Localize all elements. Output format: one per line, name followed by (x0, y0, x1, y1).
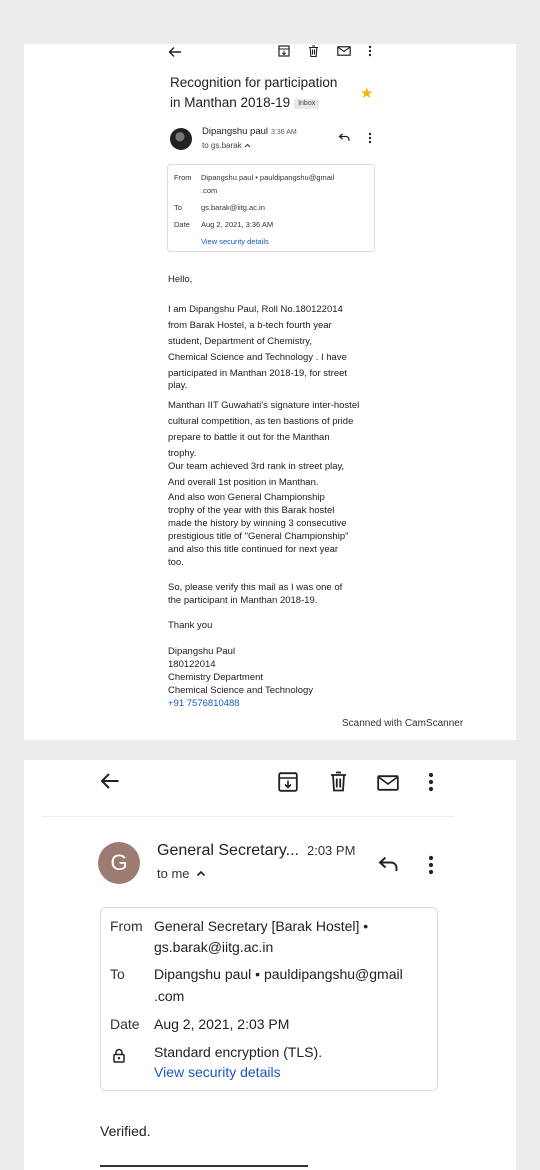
signature-line: Chemical Science and Technology (168, 685, 314, 696)
back-arrow-icon[interactable] (168, 46, 182, 58)
sender-name: General Secretary... (157, 842, 299, 859)
sender-name: Dipangshu paul (202, 126, 269, 137)
paragraph-manthan: Manthan IIT Guwahati's signature inter-h… (168, 398, 388, 462)
delete-icon[interactable] (308, 45, 319, 57)
mail-icon[interactable] (337, 46, 351, 56)
to-label: To (110, 966, 125, 982)
view-security-details-link[interactable]: View security details (201, 237, 269, 246)
scan-page-2: G General Secretary... 2:03 PM to me From… (24, 760, 516, 1170)
signature-divider (100, 1165, 308, 1167)
signature-line: Chemistry Department (168, 672, 264, 683)
body-line: cultural competition, as ten bastions of… (168, 416, 354, 427)
to-label: To (174, 203, 182, 212)
sender-row: General Secretary... 2:03 PM (157, 842, 355, 860)
to-line: to me (157, 866, 190, 881)
body-line: student, Department of Chemistry, (168, 336, 312, 347)
reply-icon[interactable] (378, 856, 398, 872)
paragraph-intro: I am Dipangshu Paul, Roll No.180122014 f… (168, 302, 388, 394)
body-line: from Barak Hostel, a b-tech fourth year (168, 320, 332, 331)
paragraph-championship: And also won General Championship trophy… (168, 491, 388, 569)
subject-line-1: Recognition for participation (170, 75, 338, 90)
to-value-1: Dipangshu paul • pauldipangshu@gmail (154, 966, 403, 982)
body-line: So, please verify this mail as I was one… (168, 582, 343, 593)
phone-link[interactable]: +91 7576810488 (168, 697, 388, 710)
from-label: From (174, 173, 192, 182)
details-card: From General Secretary [Barak Hostel] • … (100, 907, 438, 1091)
more-vert-icon[interactable] (368, 45, 372, 57)
body-line: Manthan IIT Guwahati's signature inter-h… (168, 400, 360, 411)
to-value: gs.barak@iitg.ac.in (201, 203, 265, 212)
body-line: and also this title continued for next y… (168, 544, 339, 555)
date-value: Aug 2, 2021, 2:03 PM (154, 1016, 290, 1032)
body-line: trophy of the year with this Barak hoste… (168, 505, 335, 516)
details-card: From Dipangshu paul • pauldipangshu@gmai… (167, 164, 375, 252)
to-line: to gs.barak (202, 141, 242, 150)
from-value-1: Dipangshu paul • pauldipangshu@gmail (201, 173, 335, 182)
back-arrow-icon[interactable] (100, 772, 120, 790)
to-value-2: .com (154, 988, 185, 1004)
body-line: Chemical Science and Technology . I have (168, 352, 347, 363)
body-line: prepare to battle it out for the Manthan (168, 432, 330, 443)
body-line: Our team achieved 3rd rank in street pla… (168, 461, 345, 472)
mail-icon[interactable] (377, 775, 399, 791)
star-icon[interactable]: ★ (360, 84, 373, 102)
more-vert-icon[interactable] (368, 132, 372, 144)
from-value-2: .com (201, 186, 218, 195)
more-vert-icon[interactable] (428, 855, 434, 875)
lock-icon (113, 1048, 125, 1063)
sender-row: Dipangshu paul 3:36 AM (202, 126, 297, 137)
email-subject: Recognition for participation in Manthan… (170, 73, 370, 113)
body-line: And overall 1st position in Manthan. (168, 477, 319, 488)
recipient-summary[interactable]: to me (157, 866, 206, 881)
paragraph-achievement: Our team achieved 3rd rank in street pla… (168, 459, 388, 491)
reply-icon[interactable] (338, 133, 350, 142)
signature-line: 180122014 (168, 659, 216, 670)
more-vert-icon[interactable] (428, 772, 434, 792)
recipient-summary[interactable]: to gs.barak (202, 141, 251, 150)
delete-icon[interactable] (330, 771, 347, 792)
body-line: made the history by winning 3 consecutiv… (168, 518, 347, 529)
date-value: Aug 2, 2021, 3:36 AM (201, 220, 274, 229)
from-label: From (110, 918, 143, 934)
body-line: the participant in Manthan 2018-19. (168, 595, 318, 606)
subject-line-2: in Manthan 2018-19 (170, 95, 291, 110)
encryption-text: Standard encryption (TLS). (154, 1044, 323, 1060)
archive-icon[interactable] (278, 45, 290, 57)
from-value-2: gs.barak@iitg.ac.in (154, 939, 274, 955)
from-value-1: General Secretary [Barak Hostel] • (154, 918, 369, 934)
inbox-label-badge[interactable]: Inbox (294, 99, 320, 109)
signature-block: Dipangshu Paul 180122014 Chemistry Depar… (168, 645, 388, 710)
sent-time: 2:03 PM (306, 843, 356, 858)
sender-avatar[interactable]: G (98, 842, 140, 884)
body-line: too. (168, 557, 184, 568)
body-line: I am Dipangshu Paul, Roll No.180122014 (168, 304, 343, 315)
chevron-up-icon[interactable] (196, 870, 206, 877)
date-label: Date (110, 1016, 140, 1032)
date-label: Date (174, 220, 190, 229)
email-body-text: Verified. (100, 1123, 151, 1139)
greeting: Hello, (168, 274, 193, 285)
scanner-caption: Scanned with CamScanner (342, 718, 464, 729)
toolbar-divider (42, 816, 454, 817)
thanks-line: Thank you (168, 620, 213, 631)
view-security-details-link[interactable]: View security details (154, 1064, 281, 1080)
scan-page-1: Recognition for participation in Manthan… (24, 44, 516, 740)
body-line: prestigious title of "General Championsh… (168, 531, 349, 542)
sender-avatar[interactable] (170, 128, 192, 150)
chevron-up-icon[interactable] (244, 143, 251, 148)
sent-time: 3:36 AM (271, 129, 297, 136)
paragraph-request: So, please verify this mail as I was one… (168, 581, 388, 607)
signature-line: Dipangshu Paul (168, 646, 236, 657)
body-line: And also won General Championship (168, 492, 325, 503)
archive-icon[interactable] (278, 772, 298, 792)
